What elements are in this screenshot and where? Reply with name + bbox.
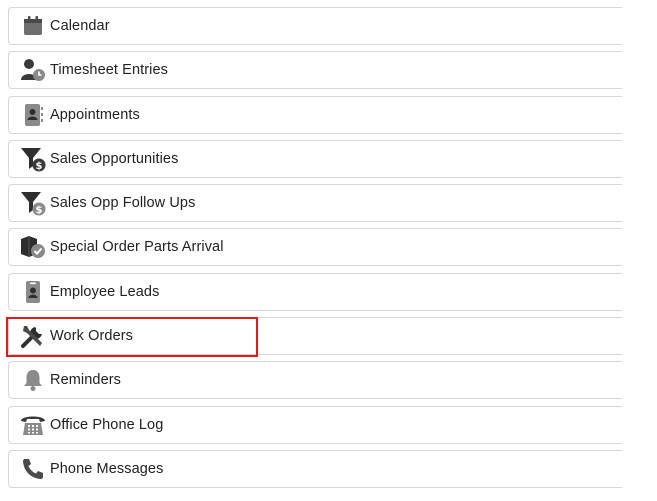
menu-item-label: Office Phone Log [50,416,164,433]
funnel-dollar-icon: $ [20,146,46,172]
id-badge-icon [20,279,46,305]
menu-item-label: Sales Opportunities [50,150,179,167]
menu-item-special-order-parts-arrival[interactable]: Special Order Parts Arrival [8,228,622,267]
menu-item-label: Calendar [50,18,110,34]
menu-item-appointments[interactable]: Appointments [8,95,622,134]
menu-item-label: Work Orders [50,328,134,345]
menu-item-sales-opportunities[interactable]: $ Sales Opportunities [8,139,622,178]
svg-text:$: $ [36,161,43,172]
menu-item-office-phone-log[interactable]: Office Phone Log [8,405,622,444]
desk-phone-icon [20,412,46,438]
menu-item-label: Phone Messages [50,460,164,477]
calendar-icon [20,13,46,39]
menu-list: Calendar Timesheet Entries Appointments [8,7,622,494]
menu-item-timesheet-entries[interactable]: Timesheet Entries [8,51,622,90]
menu-item-label: Reminders [50,372,122,389]
menu-item-employee-leads[interactable]: Employee Leads [8,272,622,311]
svg-text:$: $ [36,205,43,216]
funnel-dollar-icon: $ [20,190,46,216]
menu-item-phone-messages[interactable]: Phone Messages [8,449,622,488]
menu-item-reminders[interactable]: Reminders [8,361,622,400]
menu-item-calendar[interactable]: Calendar [8,7,622,45]
box-check-icon [20,234,46,260]
menu-item-label: Sales Opp Follow Ups [50,195,196,212]
menu-item-label: Special Order Parts Arrival [50,239,224,256]
user-clock-icon [20,57,46,83]
menu-item-label: Appointments [50,106,140,123]
address-book-icon [20,102,46,128]
menu-item-label: Employee Leads [50,283,160,300]
phone-icon [20,456,46,482]
tools-icon [20,323,46,349]
menu-item-work-orders[interactable]: Work Orders [8,317,622,356]
bell-icon [20,367,46,393]
menu-item-label: Timesheet Entries [50,62,169,79]
menu-item-sales-opp-follow-ups[interactable]: $ Sales Opp Follow Ups [8,184,622,223]
